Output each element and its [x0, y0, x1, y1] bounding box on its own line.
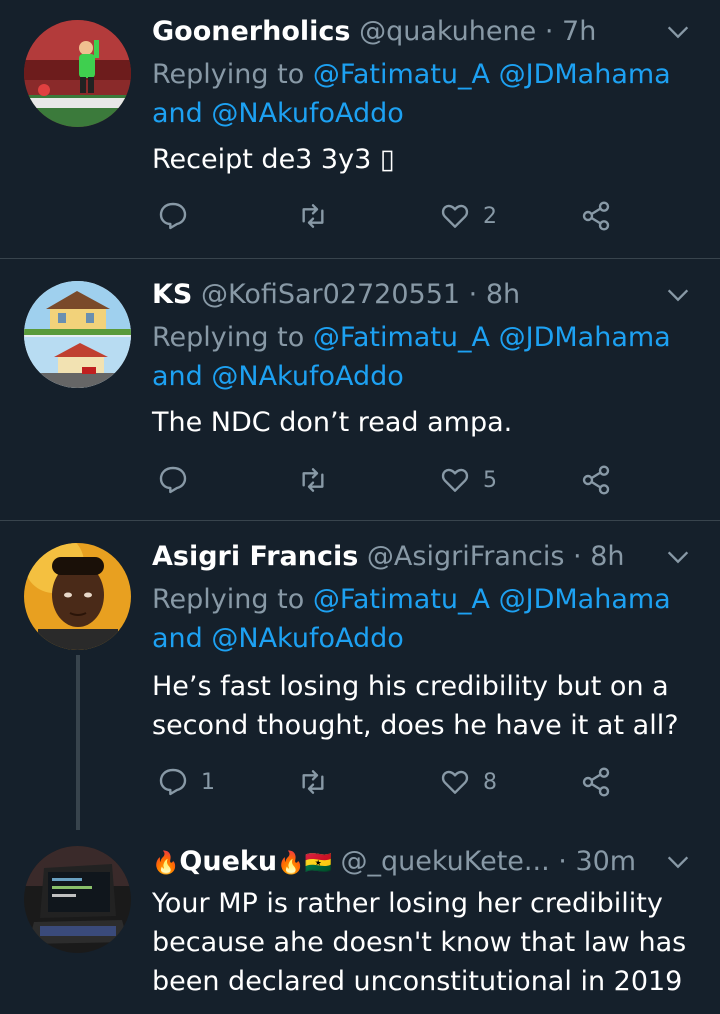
- tweet-header: KS @KofiSar02720551 · 8h: [152, 275, 660, 315]
- like-count: 5: [483, 467, 497, 493]
- mention-link[interactable]: @JDMahama: [499, 322, 671, 353]
- reply-count: 1: [201, 769, 215, 795]
- timestamp[interactable]: 7h: [562, 16, 596, 47]
- like-icon: [441, 468, 469, 492]
- mention-link[interactable]: @NAkufoAddo: [211, 98, 403, 129]
- mention-link[interactable]: @Fatimatu_A: [313, 584, 490, 615]
- user-handle[interactable]: @quakuhene: [359, 16, 536, 47]
- tweet-header: 🔥Queku🔥🇬🇭 @_quekuKete... · 30m: [152, 842, 660, 882]
- retweet-icon: [302, 204, 324, 228]
- mention-link[interactable]: @Fatimatu_A: [313, 59, 490, 90]
- tweet-text: The NDC don’t read ampa.: [152, 407, 513, 438]
- mention-link[interactable]: @NAkufoAddo: [211, 361, 403, 392]
- avatar[interactable]: [24, 281, 131, 388]
- mention-link[interactable]: @NAkufoAddo: [211, 623, 403, 654]
- mention-link[interactable]: @JDMahama: [499, 59, 671, 90]
- reply-button[interactable]: [157, 460, 201, 500]
- tweet-item[interactable]: 🔥Queku🔥🇬🇭 @_quekuKete... · 30m Your MP i…: [0, 830, 720, 1014]
- tweet-text-line: second thought, does he have it at all?: [152, 710, 679, 741]
- user-handle[interactable]: @AsigriFrancis: [367, 541, 565, 572]
- chevron-down-icon[interactable]: [664, 848, 692, 876]
- share-icon: [582, 767, 610, 797]
- timestamp[interactable]: 8h: [590, 541, 624, 572]
- user-handle[interactable]: @_quekuKete...: [340, 846, 549, 877]
- reply-button[interactable]: 1: [157, 762, 215, 802]
- avatar[interactable]: [24, 846, 131, 953]
- tweet-text-line: Your MP is rather losing her credibility: [152, 888, 663, 919]
- tweet-text: Receipt de3 3y3 ▯: [152, 144, 395, 175]
- tweet-actions: 2: [152, 196, 622, 236]
- separator-dot: ·: [544, 16, 554, 47]
- tweet-item[interactable]: Goonerholics @quakuhene · 7h Replying to…: [0, 0, 720, 258]
- share-button[interactable]: [580, 196, 612, 236]
- share-icon: [582, 201, 610, 231]
- fire-ghana-flag-emoji-icon: 🔥🇬🇭: [277, 851, 332, 876]
- timestamp[interactable]: 8h: [486, 279, 520, 310]
- tweet-header: Asigri Francis @AsigriFrancis · 8h: [152, 537, 660, 577]
- tweet-text-line: been declared unconstitutional in 2019: [152, 966, 683, 997]
- like-count: 2: [483, 203, 497, 229]
- tweet-text: Your MP is rather losing her credibility…: [152, 884, 696, 1001]
- mention-link[interactable]: @Fatimatu_A: [313, 322, 490, 353]
- like-count: 8: [483, 769, 497, 795]
- user-handle[interactable]: @KofiSar02720551: [201, 279, 460, 310]
- reply-icon: [159, 202, 187, 230]
- tweet-text-line: He’s fast losing his credibility but on …: [152, 671, 669, 702]
- retweet-icon: [302, 770, 324, 794]
- reply-icon: [159, 466, 187, 494]
- mention-link[interactable]: @JDMahama: [499, 584, 671, 615]
- like-button[interactable]: 2: [439, 196, 497, 236]
- like-button[interactable]: 8: [439, 762, 497, 802]
- tweet-text: He’s fast losing his credibility but on …: [152, 667, 696, 745]
- replying-to: Replying to @Fatimatu_A @JDMahama and @N…: [152, 322, 671, 392]
- tweet-text-line: because ahe doesn't know that law has: [152, 927, 687, 958]
- chevron-down-icon[interactable]: [664, 543, 692, 571]
- like-button[interactable]: 5: [439, 460, 497, 500]
- tweet-actions: 5: [152, 460, 622, 500]
- chevron-down-icon[interactable]: [664, 18, 692, 46]
- separator-dot: ·: [573, 541, 582, 572]
- thread-connector: [76, 655, 80, 830]
- chevron-down-icon[interactable]: [664, 281, 692, 309]
- retweet-button[interactable]: [297, 762, 341, 802]
- retweet-icon: [302, 468, 324, 492]
- retweet-button[interactable]: [297, 196, 341, 236]
- like-icon: [441, 770, 469, 794]
- timestamp[interactable]: 30m: [575, 846, 636, 877]
- tweet-actions: 1 8: [152, 762, 622, 802]
- replying-to: Replying to @Fatimatu_A @JDMahama and @N…: [152, 59, 671, 129]
- separator-dot: ·: [468, 279, 478, 310]
- share-button[interactable]: [580, 460, 612, 500]
- avatar[interactable]: [24, 20, 131, 127]
- fire-emoji-icon: 🔥: [152, 851, 180, 876]
- tweet-item[interactable]: KS @KofiSar02720551 · 8h Replying to @Fa…: [0, 259, 720, 520]
- reply-icon: [159, 768, 187, 796]
- tweet-item[interactable]: Asigri Francis @AsigriFrancis · 8h Reply…: [0, 521, 720, 830]
- tweet-header: Goonerholics @quakuhene · 7h: [152, 12, 660, 52]
- reply-button[interactable]: [157, 196, 201, 236]
- display-name[interactable]: Queku: [179, 846, 277, 877]
- display-name[interactable]: Asigri Francis: [152, 541, 358, 572]
- avatar[interactable]: [24, 543, 131, 650]
- retweet-button[interactable]: [297, 460, 341, 500]
- like-icon: [441, 204, 469, 228]
- display-name[interactable]: KS: [152, 279, 192, 310]
- separator-dot: ·: [558, 846, 567, 877]
- share-button[interactable]: [580, 762, 612, 802]
- replying-to: Replying to @Fatimatu_A @JDMahama and @N…: [152, 584, 671, 654]
- display-name[interactable]: Goonerholics: [152, 16, 350, 47]
- share-icon: [582, 465, 610, 495]
